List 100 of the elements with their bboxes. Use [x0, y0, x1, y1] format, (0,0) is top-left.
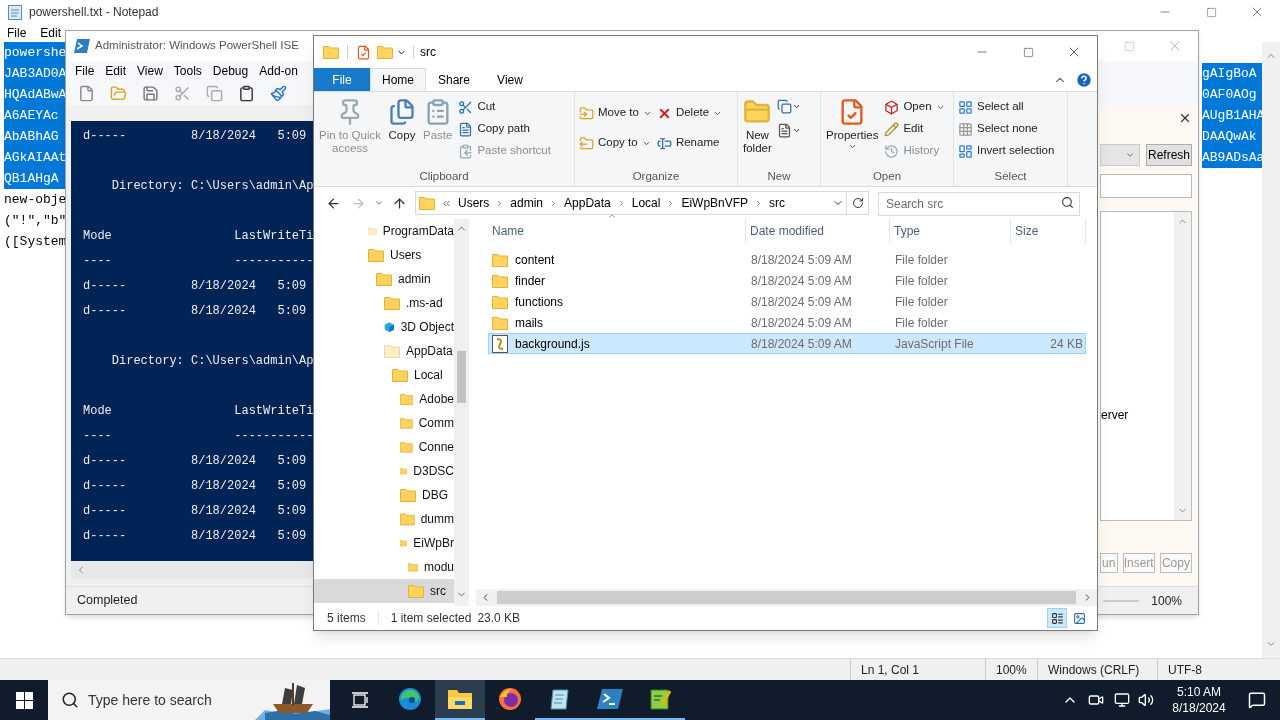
ribbon-button[interactable]: Invert selection [957, 140, 1056, 162]
camera-icon[interactable] [1088, 692, 1104, 708]
text-field[interactable] [1100, 174, 1192, 198]
details-view-button[interactable] [1047, 608, 1067, 628]
tree-item[interactable]: Users [314, 243, 454, 267]
tree-item[interactable]: EiWpBr [314, 531, 454, 555]
folder-icon [492, 315, 508, 330]
horizontal-scrollbar[interactable] [476, 589, 1097, 606]
tree-item[interactable]: Comm [314, 411, 454, 435]
menu-item[interactable]: File [75, 63, 95, 79]
ribbon-tab[interactable]: Home [370, 68, 426, 91]
ribbon-button[interactable]: Rename [655, 132, 724, 154]
tree-item[interactable]: modu [314, 555, 454, 579]
recent-locations-icon[interactable] [374, 198, 384, 208]
tree-item[interactable]: Local [314, 363, 454, 387]
search-field[interactable]: Type here to search [48, 680, 255, 720]
tree-item[interactable]: D3DSC [314, 459, 454, 483]
file-name: content [515, 251, 555, 269]
file-row[interactable]: background.js 8/18/2024 5:09 AM JavaScript File 24 KB [488, 333, 1086, 354]
ribbon-button[interactable]: Select all [957, 96, 1056, 118]
file-row[interactable]: finder 8/18/2024 5:09 AM File folder [488, 270, 1086, 291]
help-icon[interactable] [1075, 71, 1093, 89]
search-field[interactable]: Search src [878, 192, 1080, 216]
brush-icon[interactable] [270, 84, 287, 102]
vertical-scrollbar[interactable] [454, 219, 469, 606]
tree-item[interactable]: Conne [314, 435, 454, 459]
file-row[interactable]: mails 8/18/2024 5:09 AM File folder [488, 312, 1086, 333]
menu-item[interactable]: Edit [40, 25, 62, 41]
network-icon[interactable] [1114, 692, 1130, 708]
ribbon-button[interactable]: Copy to [578, 132, 653, 154]
ribbon-button[interactable]: Edit [883, 118, 946, 140]
console-line: ---- ----------- [83, 428, 313, 445]
tree-item[interactable]: Adobe [314, 387, 454, 411]
clock[interactable]: 5:10 AM 8/18/2024 [1164, 684, 1234, 716]
tree-item[interactable]: src [314, 579, 454, 603]
ribbon-tab[interactable]: File [314, 68, 370, 91]
menu-item[interactable]: File [7, 25, 27, 41]
address-bar[interactable]: Users admin AppData Local EiWpBnVFP src [415, 191, 847, 215]
tree-item[interactable]: .ms-ad [314, 291, 454, 315]
tree-item[interactable]: AppData [314, 339, 454, 363]
tree-item[interactable]: 3D Object [314, 315, 454, 339]
forward-icon[interactable] [351, 195, 366, 211]
file-row[interactable]: content 8/18/2024 5:09 AM File folder [488, 249, 1086, 270]
menu-item[interactable]: Edit [105, 63, 127, 79]
ribbon-button[interactable]: Copy [386, 96, 418, 168]
close-icon[interactable] [1178, 111, 1192, 125]
group-label: Open [871, 169, 903, 184]
tree-item[interactable]: DBG [314, 483, 454, 507]
menu-item[interactable]: View [137, 63, 163, 79]
vertical-scrollbar[interactable] [1174, 212, 1191, 520]
breadcrumb-item[interactable]: AppData [564, 194, 611, 212]
file-name: finder [515, 272, 546, 290]
ribbon-tab[interactable]: View [482, 69, 538, 91]
tree-item[interactable]: ProgramData [314, 219, 454, 243]
file-type: File folder [894, 293, 949, 311]
new-file-icon[interactable] [78, 84, 95, 102]
ribbon-button[interactable]: Select none [957, 118, 1056, 140]
open-folder-icon[interactable] [110, 84, 127, 102]
menu-item[interactable]: Debug [212, 63, 249, 79]
command-list[interactable]: erver [1100, 211, 1192, 521]
breadcrumb-item[interactable]: src [769, 194, 786, 212]
properties-icon[interactable] [356, 44, 371, 60]
tree-item[interactable]: dumm [314, 507, 454, 531]
column-header[interactable]: Date modified [746, 219, 890, 243]
clipboard-icon[interactable] [238, 84, 255, 102]
tree-item[interactable]: admin [314, 267, 454, 291]
ribbon-tab[interactable]: Share [426, 69, 482, 91]
ribbon-button[interactable]: Move to [578, 102, 653, 124]
breadcrumb-item[interactable]: Local [631, 194, 661, 212]
column-header[interactable]: Name [488, 219, 746, 243]
breadcrumb-item[interactable]: Users [458, 194, 490, 212]
scroll-thumb[interactable] [457, 351, 466, 403]
ribbon-button[interactable]: New folder [741, 96, 774, 168]
breadcrumb-item[interactable]: admin [510, 194, 544, 212]
copy-icon[interactable] [206, 84, 223, 102]
save-icon[interactable] [142, 84, 159, 102]
scissors-icon[interactable] [174, 84, 191, 102]
volume-icon[interactable] [1138, 692, 1154, 708]
file-name: background.js [515, 335, 590, 353]
refresh-button[interactable]: Refresh [1146, 144, 1192, 166]
column-header[interactable]: Size [1011, 219, 1086, 243]
horizontal-scrollbar[interactable] [71, 561, 313, 579]
back-icon[interactable] [326, 195, 341, 211]
ribbon-button[interactable]: Copy path [457, 118, 552, 140]
taskbar-app[interactable] [435, 680, 485, 720]
scroll-thumb[interactable] [497, 591, 1076, 604]
menu-item[interactable]: Tools [173, 63, 202, 79]
breadcrumb-item[interactable]: EiWpBnVFP [681, 194, 749, 212]
up-icon[interactable] [392, 195, 407, 211]
menu-item[interactable]: Add-on [259, 63, 298, 79]
search-icon [1061, 196, 1074, 209]
ribbon-button[interactable]: Open [883, 96, 946, 118]
ribbon-button[interactable]: Properties [824, 96, 881, 168]
ribbon-button[interactable]: Cut [457, 96, 552, 118]
column-header[interactable]: Type [890, 219, 1011, 243]
notepad-icon [648, 687, 672, 711]
vertical-scrollbar[interactable] [1262, 42, 1280, 658]
refresh-button[interactable] [847, 191, 869, 215]
ribbon-button[interactable]: Delete [655, 102, 724, 124]
file-row[interactable]: functions 8/18/2024 5:09 AM File folder [488, 291, 1086, 312]
